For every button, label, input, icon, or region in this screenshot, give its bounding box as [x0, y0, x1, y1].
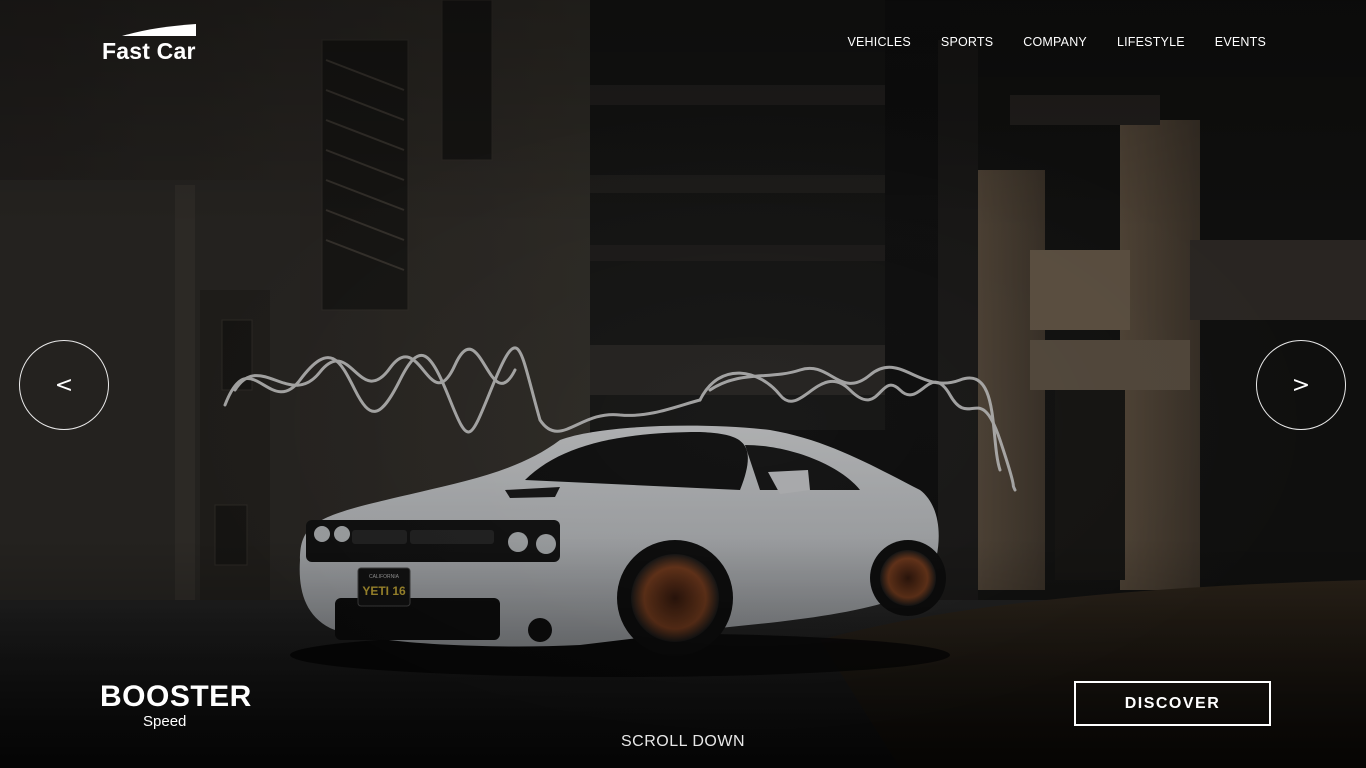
slider-next-button[interactable]: >	[1256, 340, 1346, 430]
nav-item-lifestyle[interactable]: LIFESTYLE	[1117, 35, 1185, 49]
chevron-right-icon: >	[1291, 372, 1311, 398]
hero-background-image: YETI 16 CALIFORNIA	[0, 0, 1366, 768]
nav-item-sports[interactable]: SPORTS	[941, 35, 993, 49]
main-nav: VEHICLES SPORTS COMPANY LIFESTYLE EVENTS	[847, 35, 1266, 49]
slide-caption: BOOSTER Speed	[100, 680, 252, 730]
chevron-left-icon: <	[54, 372, 74, 398]
brand-logo[interactable]: Fast Car	[102, 24, 212, 66]
slider-prev-button[interactable]: <	[19, 340, 109, 430]
logo-swoosh-icon	[122, 24, 196, 36]
discover-button[interactable]: DISCOVER	[1074, 681, 1271, 726]
slide-subtitle: Speed	[143, 713, 187, 730]
slide-title: BOOSTER	[100, 680, 252, 713]
scroll-down-link[interactable]: SCROLL DOWN	[0, 733, 1366, 751]
nav-item-company[interactable]: COMPANY	[1023, 35, 1087, 49]
nav-item-vehicles[interactable]: VEHICLES	[847, 35, 910, 49]
hero-stage: YETI 16 CALIFORNIA Fast Car VEHICLES SPO…	[0, 0, 1366, 768]
nav-item-events[interactable]: EVENTS	[1215, 35, 1266, 49]
brand-name: Fast Car	[102, 38, 196, 64]
